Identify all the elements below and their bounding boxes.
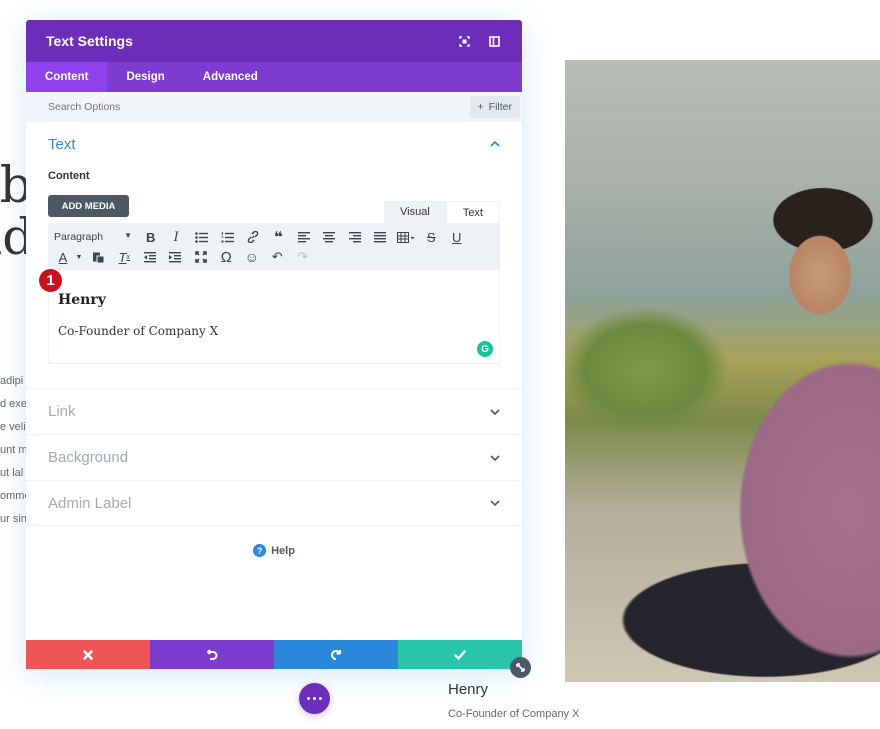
undo-icon[interactable]: ↶: [265, 247, 291, 267]
tab-content[interactable]: Content: [26, 62, 108, 92]
paragraph-format-select[interactable]: Paragraph ▼: [54, 231, 138, 243]
indent-icon[interactable]: [163, 247, 189, 267]
text-section-header[interactable]: Text: [48, 122, 500, 166]
search-options-input[interactable]: [48, 101, 470, 113]
resize-icon: [516, 663, 525, 672]
background-body-line: adipi: [0, 375, 24, 387]
cancel-button[interactable]: [26, 640, 150, 669]
chevron-down-icon: [490, 453, 500, 463]
modal-footer: [26, 640, 522, 669]
check-icon: [454, 649, 466, 660]
search-row: + Filter: [26, 92, 522, 122]
editor-top-bar: ADD MEDIA Visual Text: [48, 195, 500, 223]
caret-down-icon: ▼: [124, 231, 132, 240]
redo-icon[interactable]: ↷: [290, 247, 316, 267]
step-number-badge: 1: [39, 269, 62, 292]
dot: [319, 697, 322, 700]
clear-formatting-icon[interactable]: Tx: [112, 247, 138, 267]
fullscreen-icon[interactable]: [188, 247, 214, 267]
redo-button[interactable]: [274, 640, 398, 669]
chevron-down-icon: [490, 407, 500, 417]
italic-icon[interactable]: I: [164, 227, 190, 247]
undo-icon: [207, 648, 218, 660]
text-color-icon[interactable]: A: [54, 247, 72, 267]
more-options-button[interactable]: [299, 683, 330, 714]
tab-advanced[interactable]: Advanced: [184, 62, 277, 92]
save-button[interactable]: [398, 640, 522, 669]
align-justify-icon[interactable]: [368, 227, 394, 247]
link-section-title: Link: [48, 403, 76, 420]
special-character-icon[interactable]: Ω: [214, 247, 240, 267]
format-select-value: Paragraph: [54, 231, 104, 243]
text-section-title: Text: [48, 135, 76, 153]
bold-icon[interactable]: B: [138, 227, 164, 247]
numbered-list-icon[interactable]: [215, 227, 241, 247]
filter-button[interactable]: + Filter: [469, 96, 520, 118]
modal-header: Text Settings: [26, 20, 522, 62]
blockquote-icon[interactable]: ❝: [266, 227, 292, 247]
paste-as-text-icon[interactable]: [86, 247, 112, 267]
chevron-down-icon: [490, 498, 500, 508]
modal-title: Text Settings: [46, 33, 133, 49]
admin-label-section-title: Admin Label: [48, 494, 132, 512]
admin-label-section-toggle[interactable]: Admin Label: [26, 480, 522, 526]
dot: [313, 697, 316, 700]
chevron-up-icon: [490, 139, 500, 149]
resize-handle[interactable]: [510, 657, 531, 678]
background-section-toggle[interactable]: Background: [26, 434, 522, 480]
background-body-line: unt m: [0, 444, 28, 456]
background-body-line: ut lal: [0, 467, 24, 479]
align-right-icon[interactable]: [342, 227, 368, 247]
link-icon[interactable]: [240, 227, 266, 247]
add-media-button[interactable]: ADD MEDIA: [48, 195, 129, 217]
dot: [307, 697, 310, 700]
editor-content-area[interactable]: 1 Henry Co-Founder of Company X G: [39, 269, 500, 364]
editor-name-text: Henry: [58, 292, 106, 308]
caption-name: Henry: [448, 681, 489, 698]
link-section-toggle[interactable]: Link: [26, 388, 522, 434]
grammarly-icon[interactable]: G: [477, 341, 493, 357]
underline-icon[interactable]: U: [444, 227, 470, 247]
undo-button[interactable]: [150, 640, 274, 669]
tab-design[interactable]: Design: [107, 62, 183, 92]
background-section-title: Background: [48, 449, 129, 466]
editor-toolbar: Paragraph ▼ B I ❝ S U A ▼ T x Ω ☺ ↶ ↷: [48, 223, 500, 270]
help-link[interactable]: ? Help: [26, 544, 522, 557]
help-icon: ?: [253, 544, 267, 557]
caption-title: Co-Founder of Company X: [448, 708, 580, 720]
align-left-icon[interactable]: [291, 227, 317, 247]
close-icon: [83, 649, 93, 660]
redo-icon: [331, 649, 341, 660]
outdent-icon[interactable]: [137, 247, 163, 267]
editor-title-text: Co-Founder of Company X: [58, 324, 219, 338]
tab-visual[interactable]: Visual: [384, 201, 446, 223]
content-field-label: Content: [48, 170, 90, 182]
focus-mode-icon[interactable]: [456, 33, 472, 49]
help-label: Help: [271, 544, 295, 557]
background-body-line: e velit: [0, 421, 29, 433]
plus-icon: +: [477, 101, 484, 113]
strikethrough-icon[interactable]: S: [419, 227, 445, 247]
filter-label: Filter: [488, 101, 512, 113]
split-view-icon[interactable]: [486, 33, 502, 49]
emoji-icon[interactable]: ☺: [239, 247, 265, 267]
text-section: Text Content ADD MEDIA Visual Text Parag…: [26, 122, 522, 388]
editor-mode-tabs: Visual Text: [384, 201, 500, 223]
portrait-photo: [565, 60, 880, 682]
table-icon[interactable]: [393, 227, 419, 247]
text-color-dropdown-icon[interactable]: ▼: [72, 247, 86, 267]
settings-tabs: Content Design Advanced: [26, 62, 522, 92]
align-center-icon[interactable]: [317, 227, 343, 247]
tab-text[interactable]: Text: [445, 201, 500, 223]
bullet-list-icon[interactable]: [189, 227, 215, 247]
text-settings-modal: Text Settings Content Design Advanced + …: [26, 20, 522, 669]
